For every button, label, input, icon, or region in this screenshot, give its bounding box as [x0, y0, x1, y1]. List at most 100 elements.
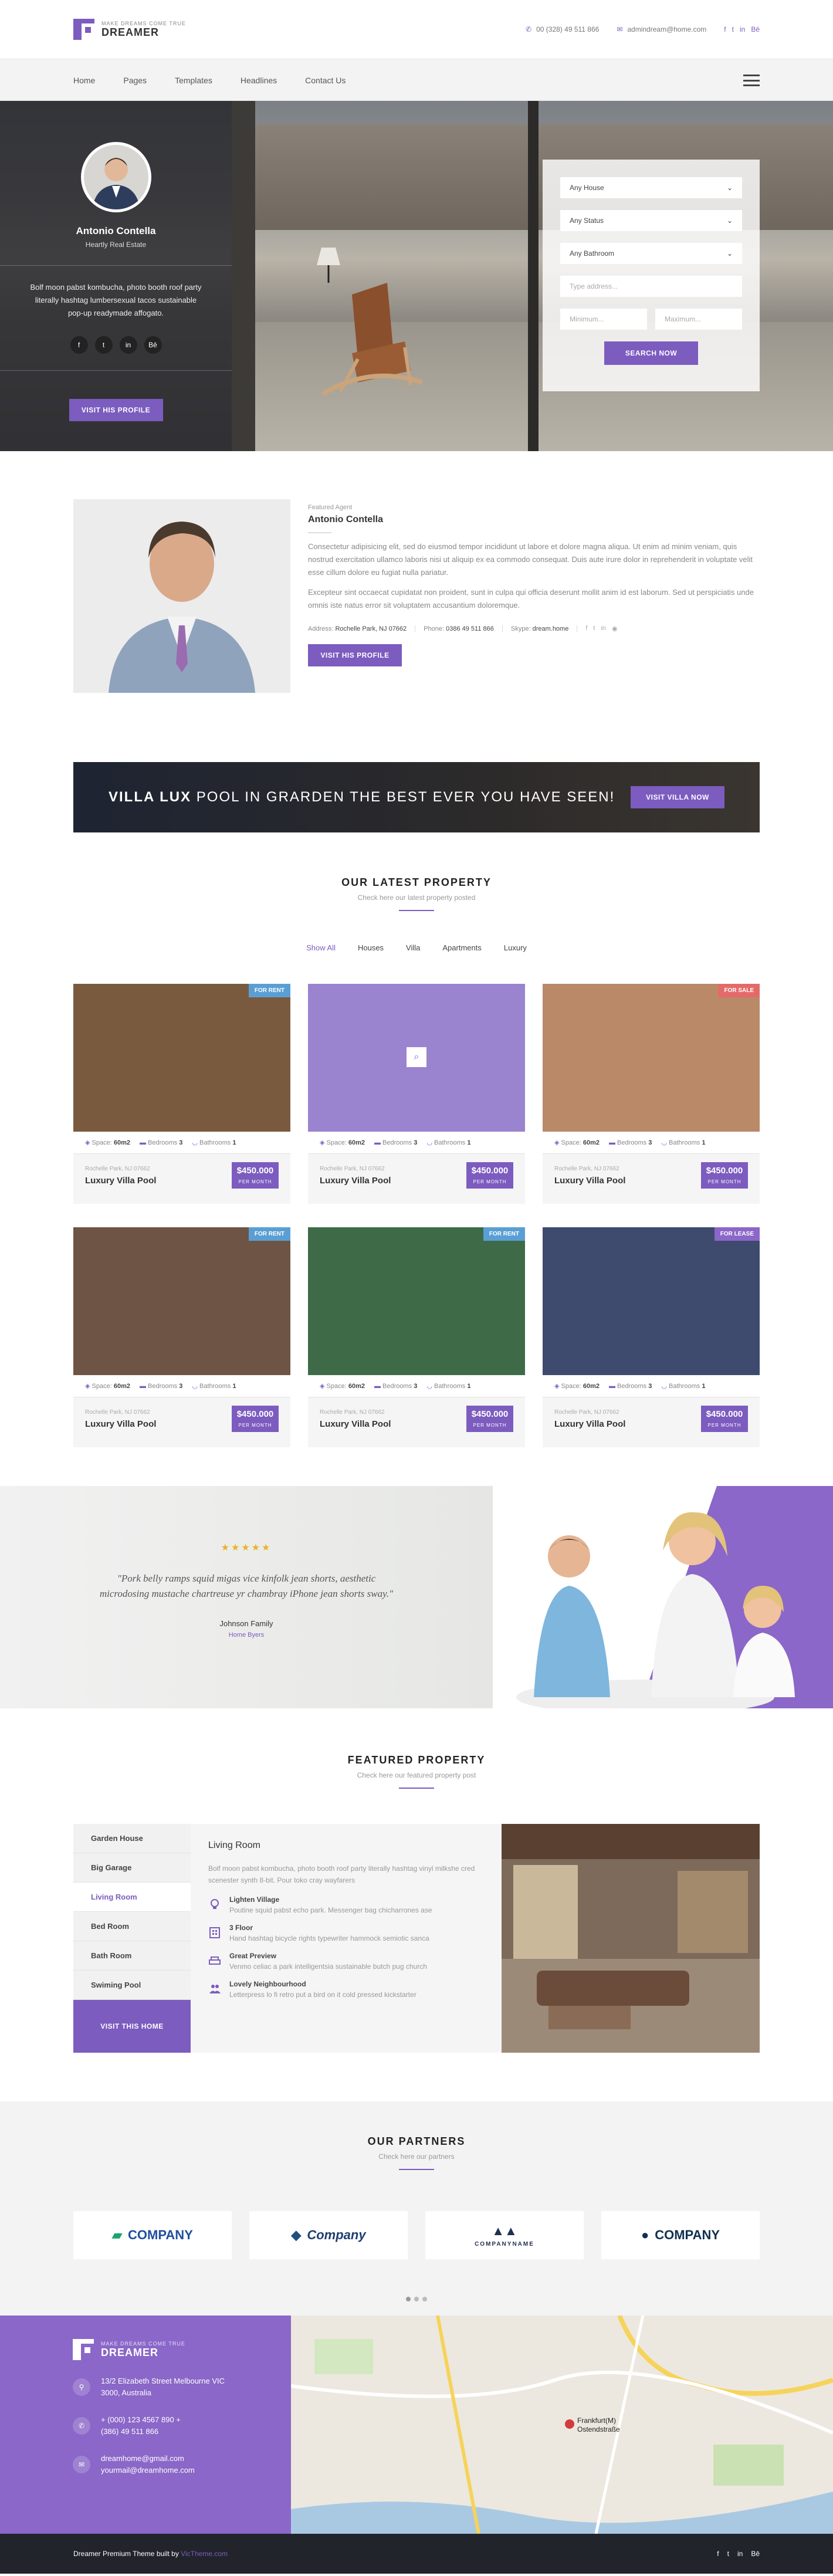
partner-logo[interactable]: ▰ COMPANY: [73, 2211, 232, 2259]
filter-apartments[interactable]: Apartments: [442, 943, 481, 952]
nav-templates[interactable]: Templates: [175, 76, 212, 85]
property-card[interactable]: FOR RENT ◈ Space: 60m2 ▬ Bedrooms 3 ◡ Bathr…: [73, 1227, 290, 1447]
section-subtitle: Check here our partners: [378, 2152, 455, 2161]
twitter-icon[interactable]: t: [593, 625, 595, 632]
address-input[interactable]: Type address...: [560, 276, 742, 297]
chevron-down-icon: ⌄: [726, 216, 733, 225]
magnifier-icon[interactable]: ⌕: [407, 1047, 426, 1067]
property-card[interactable]: FOR LEASE ◈ Space: 60m2 ▬ Bedrooms 3 ◡ Bath…: [543, 1227, 760, 1447]
visit-profile-button[interactable]: VISIT HIS PROFILE: [308, 644, 402, 666]
linkedin-icon[interactable]: in: [601, 625, 606, 632]
tab-big-garage[interactable]: Big Garage: [73, 1853, 191, 1883]
brand-tagline: MAKE DREAMS COME TRUE: [101, 20, 186, 26]
logo-icon: [73, 19, 94, 40]
twitter-icon[interactable]: t: [732, 25, 734, 33]
visit-profile-button[interactable]: VISIT HIS PROFILE: [69, 399, 163, 421]
facebook-icon[interactable]: f: [70, 336, 88, 354]
property-location: Rochelle Park, NJ 07662: [320, 1165, 385, 1172]
nav-contact-us[interactable]: Contact Us: [305, 76, 346, 85]
filter-show-all[interactable]: Show All: [306, 943, 336, 952]
copyright-bar: Dreamer Premium Theme built by VicTheme.…: [0, 2534, 833, 2574]
property-name[interactable]: Luxury Villa Pool: [320, 1419, 391, 1429]
footer-emails: dreamhome@gmail.com yourmail@dreamhome.c…: [101, 2454, 195, 2475]
property-card[interactable]: FOR RENT ◈ Space: 60m2 ▬ Bedrooms 3 ◡ Bathr…: [73, 984, 290, 1204]
logo[interactable]: MAKE DREAMS COME TRUE DREAMER: [73, 19, 186, 40]
behance-icon[interactable]: Bē: [144, 336, 162, 354]
property-name[interactable]: Luxury Villa Pool: [85, 1176, 156, 1186]
property-image[interactable]: FOR RENT: [308, 1227, 525, 1375]
nav-home[interactable]: Home: [73, 76, 95, 85]
property-name[interactable]: Luxury Villa Pool: [85, 1419, 156, 1429]
property-name[interactable]: Luxury Villa Pool: [554, 1176, 625, 1186]
property-card[interactable]: ⌕ ◈ Space: 60m2 ▬ Bedrooms 3 ◡ Bathrooms 1 R…: [308, 984, 525, 1204]
property-card[interactable]: FOR RENT ◈ Space: 60m2 ▬ Bedrooms 3 ◡ Bathr…: [308, 1227, 525, 1447]
twitter-icon[interactable]: t: [727, 2550, 729, 2558]
chevron-down-icon: ⌄: [726, 184, 733, 192]
facebook-icon[interactable]: f: [585, 625, 587, 632]
linkedin-icon[interactable]: in: [737, 2550, 743, 2558]
partner-logo[interactable]: ◆ Company: [249, 2211, 408, 2259]
min-price-input[interactable]: Minimum...: [560, 309, 647, 330]
tab-living-room[interactable]: Living Room: [73, 1883, 191, 1912]
linkedin-icon[interactable]: in: [119, 336, 137, 354]
agent-paragraph-1: Consectetur adipisicing elit, sed do eiu…: [308, 542, 753, 577]
envelope-icon: ✉: [617, 25, 623, 33]
tab-bath-room[interactable]: Bath Room: [73, 1941, 191, 1971]
carousel-dot[interactable]: [414, 2297, 419, 2301]
feature-item: Lovely Neighbourhood Letterpress lo fi re…: [208, 1980, 484, 1999]
bedrooms-info: ▬ Bedrooms 3: [608, 1382, 652, 1390]
behance-icon[interactable]: Bē: [751, 25, 760, 33]
facebook-icon[interactable]: f: [717, 2550, 719, 2558]
behance-icon[interactable]: Bē: [751, 2550, 760, 2558]
twitter-icon[interactable]: t: [94, 336, 113, 354]
email-contact[interactable]: ✉ admindream@home.com: [617, 25, 706, 33]
facebook-icon[interactable]: f: [724, 25, 726, 33]
room-description: Bolf moon pabst kombucha, photo booth ro…: [208, 1864, 475, 1884]
footer-logo[interactable]: MAKE DREAMS COME TRUE DREAMER: [73, 2339, 291, 2360]
rss-icon[interactable]: ◉: [612, 625, 618, 632]
room-tabs: Garden House Big Garage Living Room Bed …: [73, 1824, 191, 2053]
nav-headlines[interactable]: Headlines: [241, 76, 277, 85]
filter-houses[interactable]: Houses: [358, 943, 384, 952]
partner-logo[interactable]: ● COMPANY: [601, 2211, 760, 2259]
property-name[interactable]: Luxury Villa Pool: [320, 1176, 391, 1186]
property-name[interactable]: Luxury Villa Pool: [554, 1419, 625, 1429]
phone-contact[interactable]: ✆ 00 (328) 49 511 866: [526, 25, 599, 33]
room-title: Living Room: [208, 1840, 260, 1850]
tab-swiming-pool[interactable]: Swiming Pool: [73, 1971, 191, 2000]
section-subtitle: Check here our featured property post: [357, 1771, 476, 1779]
house-select[interactable]: Any House ⌄: [560, 177, 742, 198]
filter-villa[interactable]: Villa: [406, 943, 420, 952]
visit-home-button[interactable]: VISIT THIS HOME: [73, 2000, 191, 2053]
theme-link[interactable]: VicTheme.com: [181, 2550, 228, 2558]
banner-heading: VILLA LUX POOL IN GRARDEN THE BEST EVER …: [109, 789, 615, 805]
bath-icon: ◡: [192, 1383, 198, 1390]
bathrooms-info: ◡ Bathrooms 1: [192, 1383, 236, 1390]
tab-garden-house[interactable]: Garden House: [73, 1824, 191, 1853]
visit-villa-button[interactable]: VISIT VILLA NOW: [631, 786, 724, 808]
bedrooms-info: ▬ Bedrooms 3: [608, 1139, 652, 1146]
property-image[interactable]: FOR LEASE: [543, 1227, 760, 1375]
filter-luxury[interactable]: Luxury: [504, 943, 527, 952]
carousel-dot[interactable]: [422, 2297, 427, 2301]
nav-pages[interactable]: Pages: [123, 76, 147, 85]
location-map[interactable]: Frankfurt(M) Ostendstraße: [291, 2316, 833, 2534]
property-image[interactable]: FOR RENT: [73, 984, 290, 1132]
hamburger-menu-icon[interactable]: [743, 75, 760, 86]
property-image[interactable]: FOR RENT: [73, 1227, 290, 1375]
property-image[interactable]: ⌕: [308, 984, 525, 1132]
tab-bed-room[interactable]: Bed Room: [73, 1912, 191, 1941]
circle-logo-icon: ●: [641, 2228, 649, 2242]
search-now-button[interactable]: SEARCH NOW: [604, 341, 698, 365]
bathroom-select[interactable]: Any Bathroom ⌄: [560, 243, 742, 264]
max-price-input[interactable]: Maximum...: [655, 309, 742, 330]
divider: [0, 370, 232, 371]
status-select[interactable]: Any Status ⌄: [560, 210, 742, 231]
property-image[interactable]: FOR SALE: [543, 984, 760, 1132]
property-card[interactable]: FOR SALE ◈ Space: 60m2 ▬ Bedrooms 3 ◡ Bathr…: [543, 984, 760, 1204]
window-frame-2: [528, 101, 539, 451]
car-logo-icon: ◆: [291, 2228, 302, 2242]
partner-logo[interactable]: ▲▲ COMPANYNAME: [425, 2211, 584, 2259]
carousel-dot[interactable]: [406, 2297, 411, 2301]
linkedin-icon[interactable]: in: [740, 25, 745, 33]
